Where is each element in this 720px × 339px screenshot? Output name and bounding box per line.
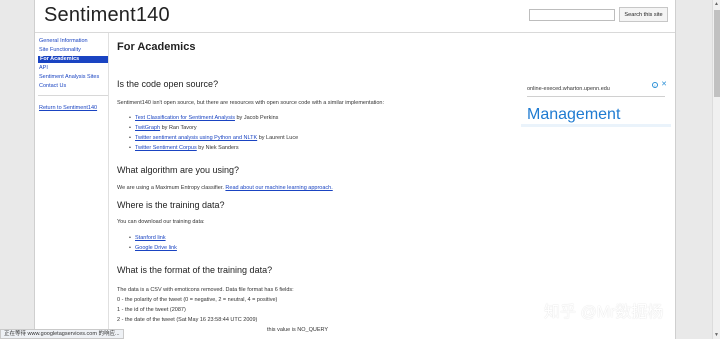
- sidebar-item-api[interactable]: API: [39, 65, 48, 72]
- search-button[interactable]: Search this site: [619, 7, 668, 22]
- list-item: Stanford link: [129, 235, 166, 241]
- sidebar-item-site-functionality[interactable]: Site Functionality: [39, 47, 81, 54]
- advertisement[interactable]: i ✕ online-execed.wharton.upenn.edu Mana…: [521, 80, 671, 127]
- format-line: 1 - the id of the tweet (2087): [117, 307, 186, 313]
- ad-divider: [527, 96, 665, 97]
- scroll-thumb[interactable]: [714, 10, 720, 97]
- resource-author: by Laurent Luce: [257, 135, 299, 141]
- resource-author: by Jacob Perkins: [234, 115, 279, 121]
- machine-learning-approach-link[interactable]: Read about our machine learning approach…: [225, 185, 332, 191]
- resource-link[interactable]: Twitter sentiment analysis using Python …: [135, 135, 257, 141]
- open-source-text: Sentiment140 isn't open source, but ther…: [117, 100, 385, 106]
- site-title[interactable]: Sentiment140: [44, 4, 170, 27]
- resource-author: by Niek Sanders: [196, 145, 239, 151]
- algorithm-sentence: We are using a Maximum Entropy classifie…: [117, 185, 224, 191]
- sidebar-item-contact-us[interactable]: Contact Us: [39, 83, 66, 90]
- ad-title[interactable]: Management: [527, 106, 620, 124]
- scroll-up-arrow-icon[interactable]: ▲: [714, 1, 719, 7]
- sidebar-item-for-academics[interactable]: For Academics: [38, 56, 108, 63]
- site-header: Sentiment140 Search this site: [35, 0, 675, 33]
- training-data-text: You can download our training data:: [117, 219, 205, 225]
- list-item: TwitGraph by Ran Tavory: [129, 125, 197, 131]
- search-input[interactable]: [529, 9, 615, 21]
- format-line: 2 - the date of the tweet (Sat May 16 23…: [117, 317, 258, 323]
- section-heading-format: What is the format of the training data?: [117, 265, 273, 275]
- page-title: For Academics: [117, 41, 196, 53]
- google-drive-link[interactable]: Google Drive link: [135, 245, 177, 251]
- ad-strip: [521, 124, 671, 127]
- resource-link[interactable]: Twitter Sentiment Corpus: [135, 145, 197, 151]
- browser-status-bar: 正在等待 www.googletagservices.com 的响应...: [0, 329, 124, 339]
- sidebar-divider: [38, 95, 108, 96]
- stanford-link[interactable]: Stanford link: [135, 235, 166, 241]
- list-item: Google Drive link: [129, 245, 177, 251]
- vertical-scrollbar[interactable]: ▲ ▼: [712, 0, 720, 339]
- algorithm-text: We are using a Maximum Entropy classifie…: [117, 185, 333, 191]
- sidebar-item-sentiment-analysis-sites[interactable]: Sentiment Analysis Sites: [39, 74, 99, 81]
- list-item: Twitter sentiment analysis using Python …: [129, 135, 299, 141]
- resource-link[interactable]: TwitGraph: [135, 125, 160, 131]
- section-heading-open-source: Is the code open source?: [117, 79, 219, 89]
- list-item: Text Classification for Sentiment Analys…: [129, 115, 279, 121]
- format-line: The data is a CSV with emoticons removed…: [117, 287, 294, 293]
- info-icon[interactable]: i: [652, 82, 658, 88]
- format-line: 0 - the polarity of the tweet (0 = negat…: [117, 297, 278, 303]
- format-line: this value is NO_QUERY: [267, 327, 329, 333]
- close-icon[interactable]: ✕: [661, 80, 667, 88]
- sidebar-item-general-information[interactable]: General Information: [39, 38, 88, 45]
- resource-link[interactable]: Text Classification for Sentiment Analys…: [135, 115, 235, 121]
- sidebar: General Information Site Functionality F…: [35, 33, 109, 339]
- watermark: 知乎 @Mr数据杨: [544, 304, 664, 321]
- ad-url: online-execed.wharton.upenn.edu: [527, 86, 610, 92]
- section-heading-algorithm: What algorithm are you using?: [117, 165, 240, 175]
- scroll-down-arrow-icon[interactable]: ▼: [714, 332, 719, 338]
- resource-author: by Ran Tavory: [160, 125, 197, 131]
- main-content: For Academics Is the code open source? S…: [117, 33, 517, 339]
- page: Sentiment140 Search this site General In…: [34, 0, 676, 339]
- list-item: Twitter Sentiment Corpus by Niek Sanders: [129, 145, 239, 151]
- section-heading-training-data: Where is the training data?: [117, 200, 225, 210]
- return-to-sentiment140-link[interactable]: Return to Sentiment140: [39, 105, 97, 112]
